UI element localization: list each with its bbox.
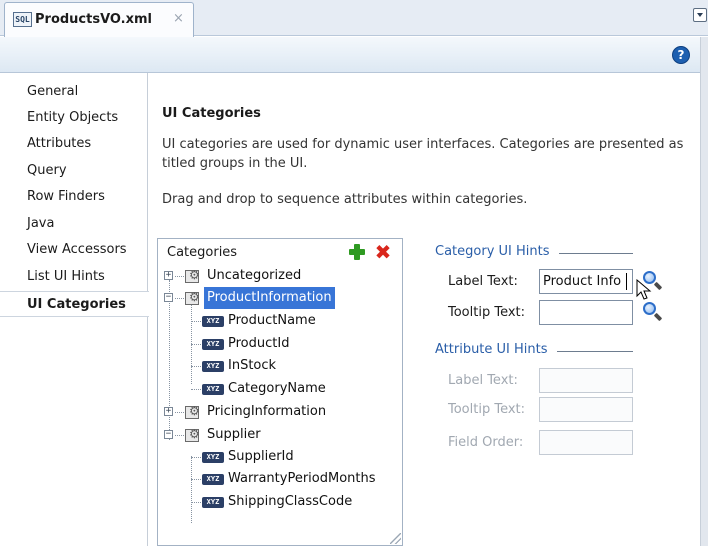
attribute-field-order-field[interactable] <box>539 430 633 455</box>
nav-item-ui-categories[interactable]: UI Categories <box>0 291 149 317</box>
drag-hint: Drag and drop to sequence attributes wit… <box>162 192 528 207</box>
tree-node-label-selected: ProductInformation <box>204 287 335 309</box>
attribute-label-text-label: Label Text: <box>448 373 518 388</box>
tree-attribute-label: ProductId <box>228 336 290 351</box>
attribute-tooltip-text-field[interactable] <box>539 397 633 422</box>
attribute-label-text-field[interactable] <box>539 368 633 393</box>
group-divider <box>559 253 633 254</box>
attribute-icon: XYZ <box>202 316 224 327</box>
tree-attribute-instock[interactable]: XYZ InStock <box>158 355 398 377</box>
tree-attribute-label: CategoryName <box>228 381 326 396</box>
tree-attribute-warrantyperiodmonths[interactable]: XYZ WarrantyPeriodMonths <box>158 468 398 490</box>
collapse-icon[interactable]: − <box>164 430 173 439</box>
editor-navigation: General Entity Objects Attributes Query … <box>0 73 149 546</box>
category-icon: ⚙ <box>185 404 201 420</box>
attribute-icon: XYZ <box>202 339 224 350</box>
category-icon: ⚙ <box>185 268 201 284</box>
help-strip: ? <box>0 37 708 73</box>
tree-node-supplier[interactable]: − ⚙ Supplier <box>158 424 398 446</box>
expand-icon[interactable]: + <box>164 271 173 280</box>
editor-tab-strip: SQL ProductsVO.xml × <box>0 0 708 37</box>
category-ui-hints-title: Category UI Hints <box>435 244 550 259</box>
categories-panel: Categories ✖ + ⚙ Uncategorized − ⚙ Produ… <box>157 238 403 546</box>
category-label-text-field[interactable] <box>539 269 633 294</box>
editor-tab-title: ProductsVO.xml <box>35 12 153 27</box>
attribute-icon: XYZ <box>202 474 224 485</box>
nav-item-row-finders[interactable]: Row Finders <box>0 184 148 210</box>
add-icon[interactable] <box>347 242 367 262</box>
help-icon[interactable]: ? <box>672 46 690 64</box>
tree-attribute-label: ProductName <box>228 313 316 328</box>
attribute-tooltip-text-label: Tooltip Text: <box>448 402 526 417</box>
collapse-icon[interactable]: − <box>164 293 173 302</box>
attribute-icon: XYZ <box>202 497 224 508</box>
group-divider <box>557 351 633 352</box>
nav-item-attributes[interactable]: Attributes <box>0 131 148 157</box>
tree-node-label: Uncategorized <box>207 268 302 283</box>
tree-attribute-label: ShippingClassCode <box>228 494 353 509</box>
attribute-icon: XYZ <box>202 384 224 395</box>
tree-attribute-label: InStock <box>228 358 277 373</box>
editor-tab-productsvo[interactable]: SQL ProductsVO.xml × <box>4 2 194 37</box>
delete-icon[interactable]: ✖ <box>373 242 393 262</box>
tree-attribute-productid[interactable]: XYZ ProductId <box>158 333 398 355</box>
tree-attribute-label: WarrantyPeriodMonths <box>228 471 376 486</box>
category-tooltip-text-field[interactable] <box>539 300 633 325</box>
nav-item-query[interactable]: Query <box>0 158 148 184</box>
expand-icon[interactable]: + <box>164 407 173 416</box>
tree-attribute-supplierid[interactable]: XYZ SupplierId <box>158 446 398 468</box>
text-caret <box>626 273 627 290</box>
tree-attribute-categoryname[interactable]: XYZ CategoryName <box>158 378 398 400</box>
tree-node-productinformation[interactable]: − ⚙ ProductInformation <box>158 287 398 309</box>
tree-node-pricinginformation[interactable]: + ⚙ PricingInformation <box>158 401 398 423</box>
close-icon[interactable]: × <box>173 11 184 26</box>
scrollbar-edge[interactable] <box>700 37 708 546</box>
attribute-icon: XYZ <box>202 452 224 463</box>
tree-node-uncategorized[interactable]: + ⚙ Uncategorized <box>158 265 398 287</box>
attribute-icon: XYZ <box>202 361 224 372</box>
ui-categories-page: UI Categories UI categories are used for… <box>149 73 700 546</box>
xml-file-icon: SQL <box>13 12 32 27</box>
tree-attribute-label: SupplierId <box>228 449 294 464</box>
page-title: UI Categories <box>162 106 261 121</box>
category-icon: ⚙ <box>185 290 201 306</box>
categories-label: Categories <box>167 245 238 260</box>
nav-item-list-ui-hints[interactable]: List UI Hints <box>0 264 148 290</box>
nav-item-view-accessors[interactable]: View Accessors <box>0 237 148 263</box>
chevron-down-icon[interactable] <box>693 8 707 22</box>
resize-grip[interactable] <box>388 531 401 544</box>
page-description: UI categories are used for dynamic user … <box>162 137 684 171</box>
attribute-ui-hints-title: Attribute UI Hints <box>435 342 548 357</box>
nav-item-entity-objects[interactable]: Entity Objects <box>0 105 148 131</box>
category-tooltip-text-label: Tooltip Text: <box>448 305 526 320</box>
tree-attribute-shippingclasscode[interactable]: XYZ ShippingClassCode <box>158 491 398 513</box>
categories-tree[interactable]: + ⚙ Uncategorized − ⚙ ProductInformation… <box>158 265 402 545</box>
tree-node-label: PricingInformation <box>207 404 327 419</box>
tree-node-label: Supplier <box>207 427 261 442</box>
category-icon: ⚙ <box>185 427 201 443</box>
category-label-text-label: Label Text: <box>448 274 518 289</box>
attribute-field-order-label: Field Order: <box>448 435 524 450</box>
categories-header: Categories ✖ <box>158 239 402 265</box>
tree-attribute-productname[interactable]: XYZ ProductName <box>158 310 398 332</box>
nav-item-general[interactable]: General <box>0 79 148 105</box>
mouse-pointer-icon <box>636 279 652 300</box>
magnifier-icon[interactable] <box>642 301 664 323</box>
nav-item-java[interactable]: Java <box>0 211 148 237</box>
